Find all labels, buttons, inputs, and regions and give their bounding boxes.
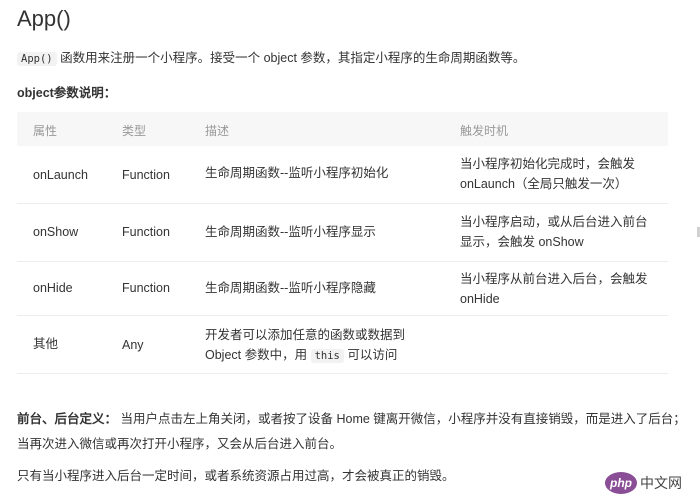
cell-trigger-line1: 当小程序从前台进入后台，会触发 (460, 272, 648, 286)
svg-text:中文网: 中文网 (640, 476, 682, 492)
cell-name: onLaunch (33, 168, 88, 182)
cell-name: onHide (33, 281, 73, 295)
header-description: 描述 (205, 124, 230, 138)
params-table: 属性 类型 描述 触发时机 onLaunch Function 生命周期函数--… (17, 112, 668, 374)
cell-trigger-line1: 当小程序启动，或从后台进入前台 (460, 215, 648, 229)
intro-text: 函数用来注册一个小程序。接受一个 object 参数，其指定小程序的生命周期函数… (60, 51, 526, 65)
intro-paragraph: App() 函数用来注册一个小程序。接受一个 object 参数，其指定小程序的… (17, 47, 525, 66)
cell-name: 其他 (33, 337, 59, 351)
cell-desc: 生命周期函数--监听小程序初始化 (205, 166, 389, 180)
page-title: App() (17, 6, 71, 31)
table-row: onLaunch Function 生命周期函数--监听小程序初始化 当小程序初… (17, 146, 668, 204)
background-definition-paragraph: 前台、后台定义： 当用户点击左上角关闭，或者按了设备 Home 键离开微信，小程… (17, 407, 686, 457)
header-trigger: 触发时机 (460, 124, 509, 138)
cell-type: Function (122, 168, 170, 182)
cell-desc-line2: Object 参数中，用 this 可以访问 (205, 345, 397, 366)
cell-type: Function (122, 225, 170, 239)
header-type: 类型 (122, 124, 147, 138)
background-definition-label: 前台、后台定义： (17, 412, 118, 426)
cell-trigger-line2: 显示，会触发 onShow (460, 235, 584, 249)
background-definition-line1: 当用户点击左上角关闭，或者按了设备 Home 键离开微信，小程序并没有直接销毁，… (120, 412, 686, 426)
cell-type: Any (122, 338, 144, 352)
cell-type: Function (122, 281, 170, 295)
desc-text-pre: Object 参数中，用 (205, 348, 308, 362)
cell-name: onShow (33, 225, 79, 239)
destroy-paragraph: 只有当小程序进入后台一定时间，或者系统资源占用过高，才会被真正的销毁。 (17, 469, 455, 483)
cell-trigger-line2: onHide (460, 292, 500, 306)
cell-trigger-line1: 当小程序初始化完成时，会触发 (460, 157, 636, 171)
cell-trigger-line2: onLaunch（全局只触发一次） (460, 177, 628, 191)
desc-text-post: 可以访问 (347, 348, 398, 362)
cell-desc-line1: 开发者可以添加任意的函数或数据到 (205, 328, 406, 342)
table-row: onShow Function 生命周期函数--监听小程序显示 当小程序启动，或… (17, 204, 668, 262)
table-header: 属性 类型 描述 触发时机 (17, 112, 668, 146)
table-row: onHide Function 生命周期函数--监听小程序隐藏 当小程序从前台进… (17, 262, 668, 316)
inline-code-this: this (310, 349, 344, 363)
cell-desc: 生命周期函数--监听小程序隐藏 (205, 281, 376, 295)
inline-code-app: App() (17, 52, 57, 66)
params-heading: object参数说明： (17, 86, 117, 100)
table-row: 其他 Any 开发者可以添加任意的函数或数据到 Object 参数中，用 thi… (17, 316, 668, 374)
header-property: 属性 (33, 124, 58, 138)
php-cn-watermark-logo: php 中文网 (604, 470, 696, 496)
svg-text:php: php (609, 476, 632, 490)
background-definition-line2: 当再次进入微信或再次打开小程序，又会从后台进入前台。 (17, 437, 343, 451)
cell-desc: 生命周期函数--监听小程序显示 (205, 225, 376, 239)
